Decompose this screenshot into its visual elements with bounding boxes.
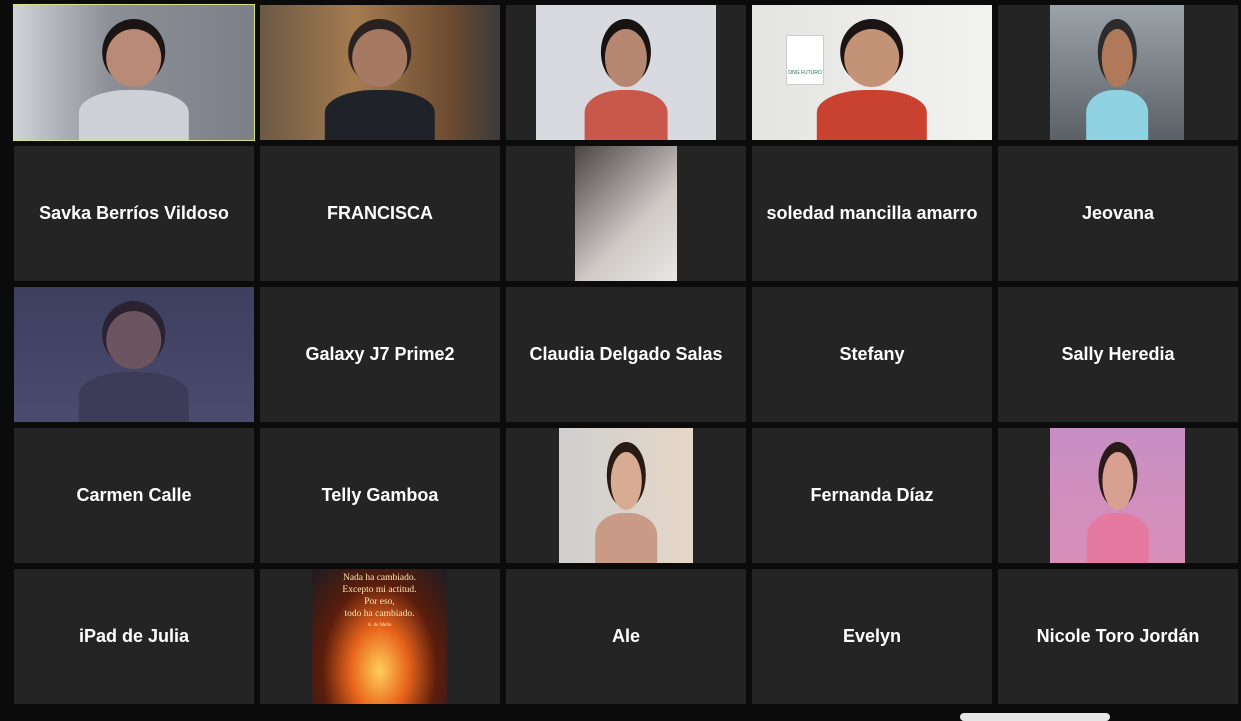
participant-tile[interactable]: ONG FUTURO (752, 5, 992, 140)
participant-tile[interactable]: Evelyn (752, 569, 992, 704)
participant-tile[interactable]: iPad de Julia (14, 569, 254, 704)
participant-video (14, 287, 254, 422)
participant-tile[interactable] (506, 146, 746, 281)
person-silhouette (324, 29, 436, 140)
person-silhouette (1086, 29, 1148, 140)
participant-name: Telly Gamboa (321, 485, 439, 505)
person-silhouette (1086, 452, 1149, 563)
participant-name: Ale (611, 626, 640, 646)
person-silhouette (595, 452, 657, 563)
participant-name: Jeovana (1081, 203, 1155, 223)
participant-video: Nada ha cambiado. Excepto mi actitud. Por … (312, 569, 447, 704)
participant-tile[interactable]: Sally Heredia (998, 287, 1238, 422)
participant-name: soledad mancilla amarro (766, 203, 978, 223)
scrollbar[interactable] (960, 713, 1110, 721)
participant-name: Sally Heredia (1061, 344, 1175, 364)
participant-name: Galaxy J7 Prime2 (305, 344, 455, 364)
participant-video: ONG FUTURO (752, 5, 992, 140)
participant-name: Savka Berríos Vildoso (39, 203, 229, 223)
participant-name: iPad de Julia (78, 626, 190, 646)
participant-tile[interactable]: FRANCISCA (260, 146, 500, 281)
quote-line: Excepto mi actitud. (342, 585, 417, 595)
participant-tile[interactable]: Galaxy J7 Prime2 (260, 287, 500, 422)
participant-tile[interactable] (506, 428, 746, 563)
participant-tile[interactable]: Telly Gamboa (260, 428, 500, 563)
participant-tile[interactable]: Stefany (752, 287, 992, 422)
quote-line: Nada ha cambiado. (342, 573, 417, 583)
person-silhouette (78, 29, 190, 140)
participant-name: Evelyn (842, 626, 902, 646)
participant-tile[interactable]: Ale (506, 569, 746, 704)
participant-name: Fernanda Díaz (810, 485, 934, 505)
participant-tile[interactable] (998, 5, 1238, 140)
participant-name: Claudia Delgado Salas (529, 344, 723, 364)
participant-video (260, 5, 500, 140)
participant-tile[interactable]: Carmen Calle (14, 428, 254, 563)
participant-name: Carmen Calle (76, 485, 192, 505)
participant-tile[interactable]: Savka Berríos Vildoso (14, 146, 254, 281)
participant-tile[interactable]: Nada ha cambiado. Excepto mi actitud. Por … (260, 569, 500, 704)
quote-line: todo ha cambiado. (344, 609, 415, 619)
quote-author: A. de Mello (367, 623, 392, 628)
quote-line: Por eso, (364, 597, 395, 607)
participant-tile[interactable] (260, 5, 500, 140)
participant-tile[interactable] (506, 5, 746, 140)
participant-video (1050, 5, 1184, 140)
participant-tile[interactable]: soledad mancilla amarro (752, 146, 992, 281)
participant-name: Nicole Toro Jordán (1036, 626, 1200, 646)
participant-video (1050, 428, 1185, 563)
participant-name: Stefany (839, 344, 905, 364)
participant-tile[interactable]: Fernanda Díaz (752, 428, 992, 563)
participant-tile[interactable]: Nicole Toro Jordán (998, 569, 1238, 704)
participant-tile[interactable]: Jeovana (998, 146, 1238, 281)
person-silhouette (584, 29, 668, 140)
participant-video (575, 146, 677, 281)
participant-name: FRANCISCA (327, 203, 433, 223)
participant-video (14, 5, 254, 140)
participant-tile[interactable] (998, 428, 1238, 563)
participant-tile[interactable]: Claudia Delgado Salas (506, 287, 746, 422)
participant-video (559, 428, 693, 563)
person-silhouette (816, 29, 928, 140)
ong-futuro-logo: ONG FUTURO (786, 35, 824, 85)
person-silhouette (78, 311, 190, 422)
participant-video (536, 5, 716, 140)
participant-tile[interactable] (13, 4, 255, 141)
participant-tile[interactable] (14, 287, 254, 422)
